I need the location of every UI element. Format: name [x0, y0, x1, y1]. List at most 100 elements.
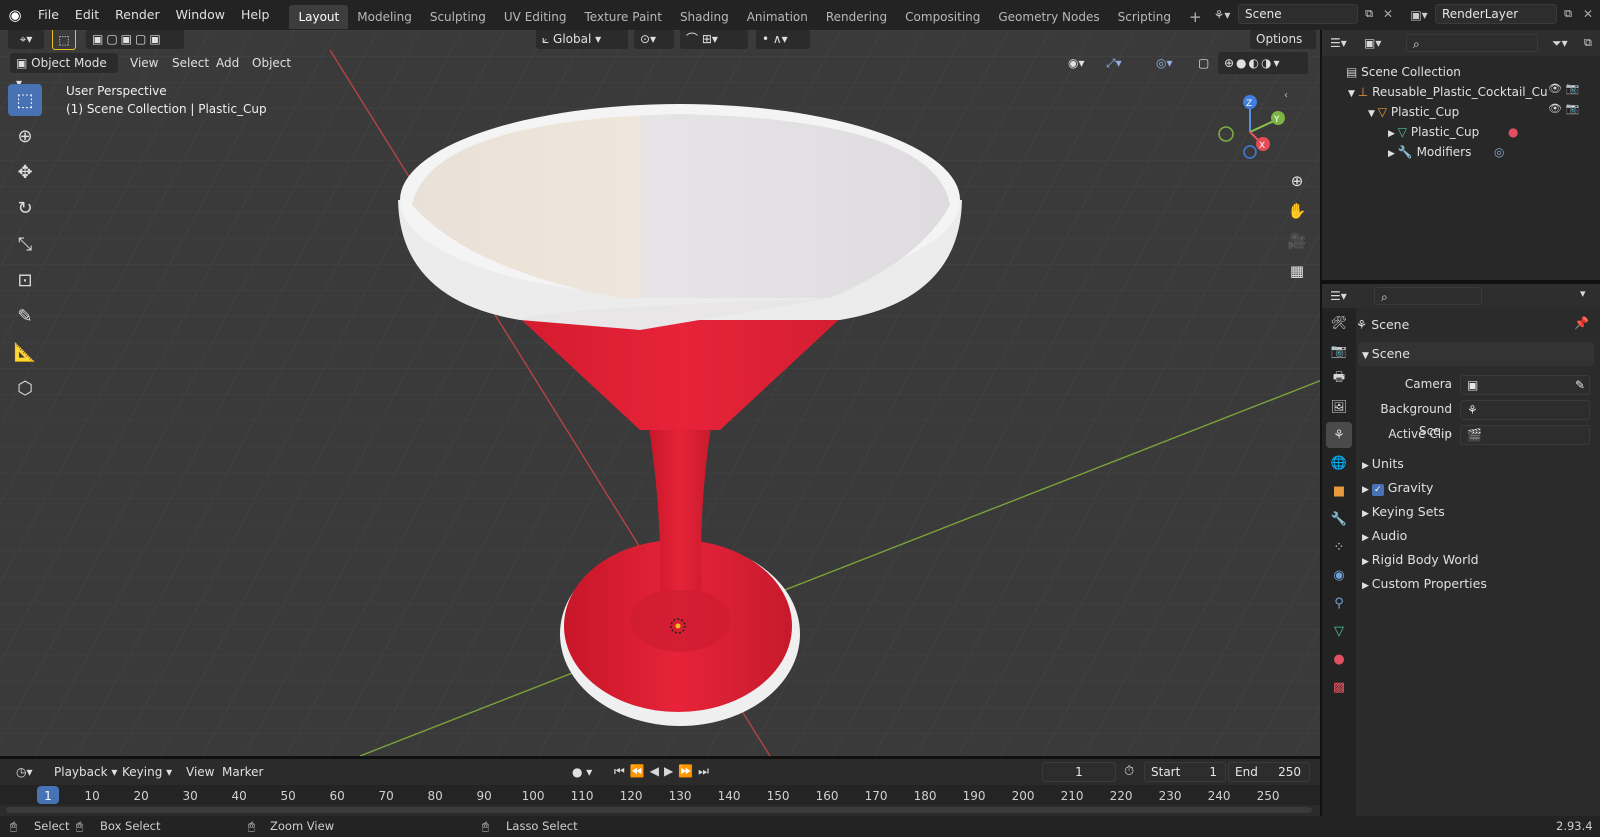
tab-rendering[interactable]: Rendering — [817, 5, 896, 29]
start-frame-field[interactable]: Start 1 — [1144, 762, 1226, 782]
preview-range-icon[interactable]: ⏱ — [1124, 764, 1134, 779]
particles-tab-icon[interactable]: ⁘ — [1326, 534, 1352, 560]
menu-keying[interactable]: Keying ▾ — [116, 761, 178, 783]
viewlayer-name-field[interactable]: RenderLayer — [1435, 4, 1557, 24]
pan-hand-icon[interactable]: ✋ — [1284, 198, 1310, 224]
data-tab-icon[interactable]: ▽ — [1326, 618, 1352, 644]
area-divider[interactable] — [1320, 30, 1322, 816]
properties-search-input[interactable]: ⌕ — [1374, 287, 1482, 305]
tab-geometry-nodes[interactable]: Geometry Nodes — [989, 5, 1108, 29]
constraints-tab-icon[interactable]: ⚲ — [1326, 590, 1352, 616]
menu-help[interactable]: Help — [233, 0, 278, 30]
menu-marker[interactable]: Marker — [216, 761, 269, 783]
pin-icon[interactable]: 📌 — [1574, 316, 1589, 330]
pivot-point-dropdown[interactable]: ⊙▾ — [634, 30, 674, 49]
tab-uv-editing[interactable]: UV Editing — [495, 5, 576, 29]
gravity-checkbox[interactable]: ✓ — [1371, 484, 1384, 496]
snap-toggle[interactable]: ⌒ ⊞▾ — [680, 30, 748, 49]
auto-keying-toggle[interactable]: ● ▾ — [566, 762, 604, 782]
scene-panel-title[interactable]: ▼ Scene — [1362, 343, 1410, 365]
menu-edit[interactable]: Edit — [67, 0, 107, 30]
zoom-icon[interactable]: ⊕ — [1284, 168, 1310, 194]
select-mode-buttons[interactable]: ▣▢▣▢▣ — [86, 30, 184, 49]
tab-texture-paint[interactable]: Texture Paint — [576, 5, 671, 29]
custom-properties-panel-header[interactable]: ▶ Custom Properties — [1362, 573, 1487, 595]
move-tool-icon[interactable]: ✥ — [8, 156, 42, 188]
units-panel-header[interactable]: ▶ Units — [1362, 453, 1404, 475]
tab-compositing[interactable]: Compositing — [896, 5, 989, 29]
tab-sculpting[interactable]: Sculpting — [421, 5, 495, 29]
eyedropper-icon[interactable]: ✎ — [1575, 376, 1585, 394]
keying-sets-panel-header[interactable]: ▶ Keying Sets — [1362, 501, 1445, 523]
add-cube-tool-icon[interactable]: ⬡ — [8, 372, 42, 404]
gravity-panel-header[interactable]: ▶ ✓ Gravity — [1362, 477, 1433, 499]
rigid-body-world-panel-header[interactable]: ▶ Rigid Body World — [1362, 549, 1479, 571]
transform-tool-icon[interactable]: ⊡ — [8, 264, 42, 296]
active-clip-field[interactable]: 🎬 — [1460, 425, 1590, 445]
object-tab-icon[interactable]: ■ — [1326, 478, 1352, 504]
menu-add[interactable]: Add — [210, 52, 245, 74]
close-scene-icon[interactable]: ✕ — [1380, 5, 1396, 23]
current-frame-field[interactable]: 1 — [1042, 762, 1116, 782]
gizmo-toggle[interactable]: ⤢▾ — [1100, 52, 1134, 74]
output-tab-icon[interactable]: 🖶 — [1326, 366, 1352, 392]
playback-controls[interactable]: ⏮⏪◀▶⏩⏭ — [614, 764, 714, 779]
scene-icon[interactable]: ⚘▾ — [1208, 5, 1236, 25]
3d-viewport[interactable]: ⌖▾ ⬚ ▣▢▣▢▣ ⟀ Global ▾ ⊙▾ ⌒ ⊞▾ • ∧▾ Optio… — [0, 30, 1322, 756]
material-tab-icon[interactable]: ● — [1326, 646, 1352, 672]
physics-tab-icon[interactable]: ◉ — [1326, 562, 1352, 588]
background-scene-field[interactable]: ⚘ — [1460, 400, 1590, 420]
outliner-editor-icon[interactable]: ☰▾ — [1330, 34, 1360, 52]
tab-modeling[interactable]: Modeling — [348, 5, 421, 29]
camera-field[interactable]: ▣ ✎ — [1460, 375, 1590, 395]
filter-icon[interactable]: ⏷▾ — [1552, 34, 1582, 52]
display-mode-icon[interactable]: ▣▾ — [1364, 34, 1394, 52]
end-frame-field[interactable]: End 250 — [1228, 762, 1310, 782]
world-tab-icon[interactable]: 🌐 — [1326, 450, 1352, 476]
area-divider[interactable] — [0, 756, 1322, 759]
copy-scene-icon[interactable]: ⧉ — [1360, 5, 1378, 23]
close-viewlayer-icon[interactable]: ✕ — [1580, 5, 1596, 23]
timeline-editor-icon[interactable]: ◷▾ — [10, 762, 40, 782]
mode-dropdown[interactable]: ▣ Object Mode ▾ — [10, 53, 118, 90]
properties-editor-icon[interactable]: ☰▾ — [1330, 287, 1360, 305]
menu-window[interactable]: Window — [168, 0, 233, 30]
blender-logo-icon[interactable]: ◉ — [0, 6, 30, 24]
tool-tab-icon[interactable]: 🛠 — [1326, 310, 1352, 336]
proportional-editing-toggle[interactable]: • ∧▾ — [756, 30, 810, 49]
menu-view[interactable]: View — [124, 52, 164, 74]
outliner-search-input[interactable]: ⌕ — [1406, 34, 1538, 52]
options-dropdown[interactable]: Options ▾ — [1250, 30, 1316, 66]
timeline[interactable]: ◷▾ Playback ▾ Keying ▾ View Marker ● ▾ ⏮… — [0, 759, 1322, 816]
visibility-eye-icon[interactable]: 👁 📷 — [1548, 82, 1579, 95]
audio-panel-header[interactable]: ▶ Audio — [1362, 525, 1407, 547]
properties-options-icon[interactable]: ▾ — [1580, 287, 1586, 300]
outliner-scene-collection[interactable]: ▤ Scene Collection — [1322, 62, 1600, 82]
transform-orientation-dropdown[interactable]: ⟀ Global ▾ — [536, 30, 628, 49]
overlay-toggle[interactable]: ◎▾ — [1150, 52, 1184, 74]
sidebar-toggle-icon[interactable]: ‹ — [1284, 90, 1288, 101]
new-collection-icon[interactable]: ⧉ — [1584, 34, 1598, 52]
menu-object[interactable]: Object — [246, 52, 297, 74]
select-box-tool-icon[interactable]: ⬚ — [8, 84, 42, 116]
viewlayer-icon[interactable]: ▣▾ — [1404, 5, 1434, 25]
xray-toggle[interactable]: ▢ — [1192, 52, 1214, 74]
texture-tab-icon[interactable]: ▩ — [1326, 674, 1352, 700]
cursor-tool-icon[interactable]: ⊕ — [8, 120, 42, 152]
rotate-tool-icon[interactable]: ↻ — [8, 192, 42, 224]
menu-timeline-view[interactable]: View — [180, 761, 220, 783]
scene-tab-icon[interactable]: ⚘ — [1326, 422, 1352, 448]
menu-render[interactable]: Render — [107, 0, 168, 30]
tab-shading[interactable]: Shading — [671, 5, 738, 29]
modifier-tab-icon[interactable]: 🔧 — [1326, 506, 1352, 532]
menu-file[interactable]: File — [30, 0, 67, 30]
render-tab-icon[interactable]: 📷 — [1326, 338, 1352, 364]
visibility-eye-icon[interactable]: 👁 📷 — [1548, 102, 1579, 115]
tab-layout[interactable]: Layout — [289, 4, 349, 29]
measure-tool-icon[interactable]: 📐 — [8, 336, 42, 368]
add-workspace-button[interactable]: + — [1180, 5, 1211, 29]
menu-select[interactable]: Select — [166, 52, 215, 74]
scale-tool-icon[interactable]: ⤡ — [8, 228, 42, 260]
visibility-toggle[interactable]: ◉▾ — [1062, 52, 1096, 74]
shading-mode-buttons[interactable]: ⊕●◐◑▾ — [1218, 52, 1308, 74]
